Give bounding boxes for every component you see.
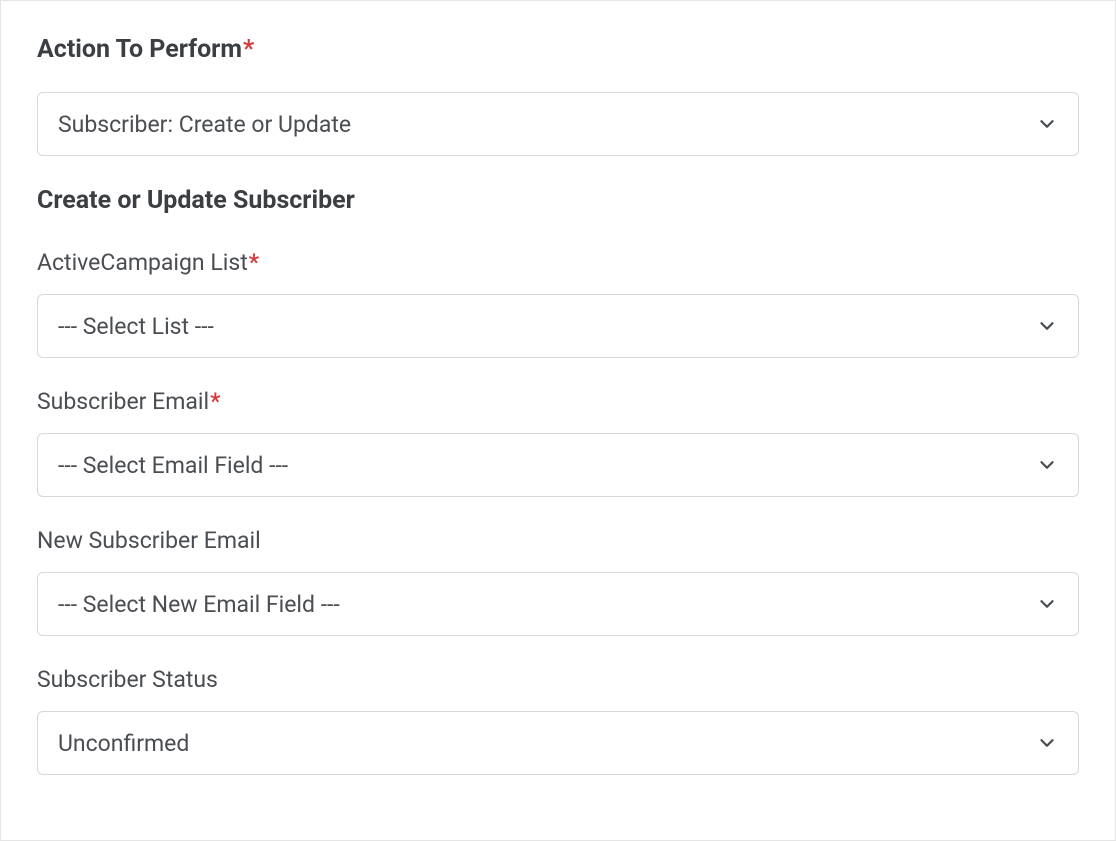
email-select[interactable]: --- Select Email Field --- [37, 433, 1079, 497]
required-marker: * [210, 388, 220, 415]
list-field-group: ActiveCampaign List* --- Select List --- [37, 249, 1079, 358]
chevron-down-icon [1036, 315, 1058, 337]
status-field-group: Subscriber Status Unconfirmed [37, 666, 1079, 775]
status-select[interactable]: Unconfirmed [37, 711, 1079, 775]
required-marker: * [249, 249, 259, 276]
settings-panel: Action To Perform* Subscriber: Create or… [0, 0, 1116, 841]
required-marker: * [243, 35, 254, 64]
action-select[interactable]: Subscriber: Create or Update [37, 92, 1079, 156]
list-label-text: ActiveCampaign List [37, 249, 248, 276]
new-email-label: New Subscriber Email [37, 527, 1079, 554]
subsection-title: Create or Update Subscriber [37, 186, 1079, 215]
email-label-text: Subscriber Email [37, 388, 209, 415]
chevron-down-icon [1036, 732, 1058, 754]
action-select-value: Subscriber: Create or Update [58, 111, 351, 138]
action-label: Action To Perform* [37, 35, 1079, 64]
new-email-select-value: --- Select New Email Field --- [58, 591, 340, 618]
chevron-down-icon [1036, 113, 1058, 135]
list-label: ActiveCampaign List* [37, 249, 1079, 276]
new-email-field-group: New Subscriber Email --- Select New Emai… [37, 527, 1079, 636]
list-select-value: --- Select List --- [58, 313, 214, 340]
email-select-value: --- Select Email Field --- [58, 452, 288, 479]
chevron-down-icon [1036, 593, 1058, 615]
chevron-down-icon [1036, 454, 1058, 476]
new-email-select[interactable]: --- Select New Email Field --- [37, 572, 1079, 636]
email-label: Subscriber Email* [37, 388, 1079, 415]
action-label-text: Action To Perform [37, 35, 242, 64]
action-field-group: Action To Perform* Subscriber: Create or… [37, 35, 1079, 156]
list-select[interactable]: --- Select List --- [37, 294, 1079, 358]
status-label: Subscriber Status [37, 666, 1079, 693]
status-select-value: Unconfirmed [58, 730, 189, 757]
email-field-group: Subscriber Email* --- Select Email Field… [37, 388, 1079, 497]
